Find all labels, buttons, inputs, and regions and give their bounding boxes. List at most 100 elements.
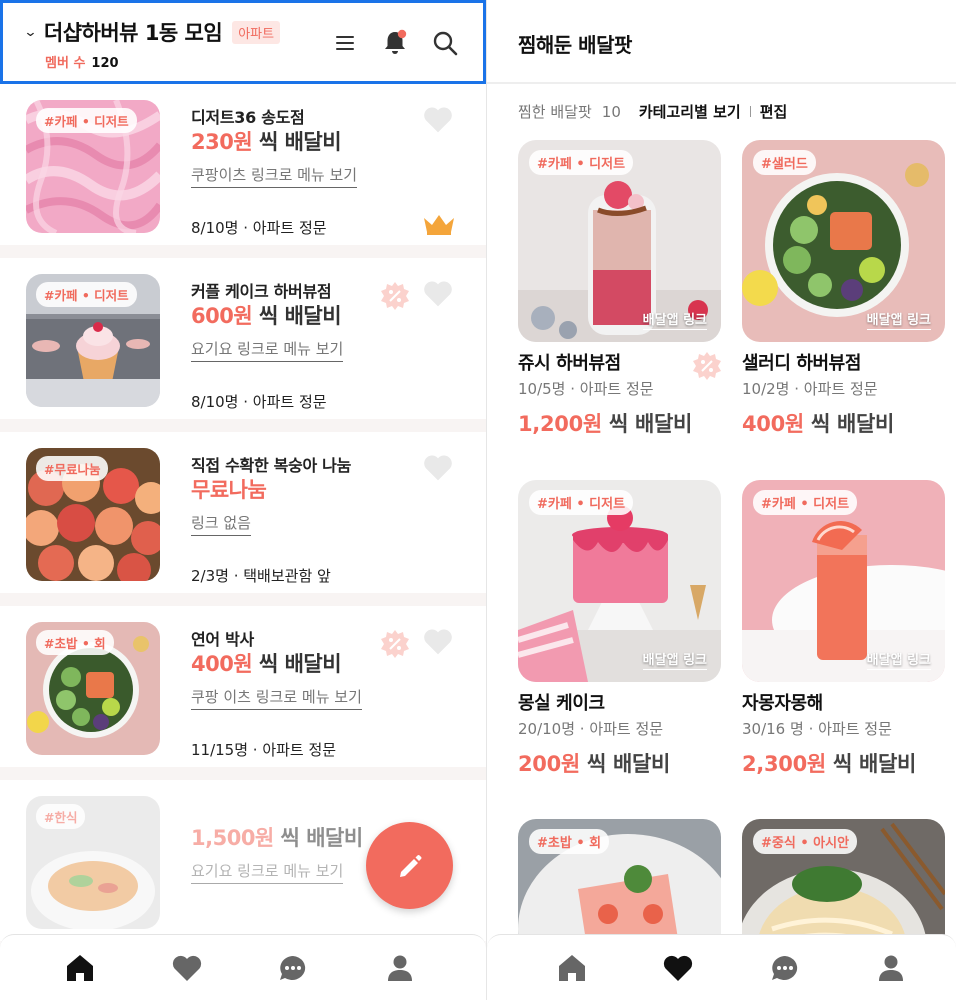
edit-button[interactable]: 편집 xyxy=(760,101,788,122)
heart-icon[interactable] xyxy=(170,951,204,985)
liked-item[interactable]: #샐러드 배달앱 링크 샐러디 하버뷰점 10/2명 · 아파트 정문 400원… xyxy=(742,140,945,436)
post-thumbnail: #무료나눔 xyxy=(26,448,160,581)
participant-count: 8/10명 · 아파트 정문 xyxy=(191,393,327,411)
bottom-tab-bar xyxy=(487,934,956,1000)
category-tag: #카페 • 디저트 xyxy=(36,108,137,133)
fee-suffix: 씩 배달비 xyxy=(825,752,917,776)
fee-amount: 무료나눔 xyxy=(191,478,267,502)
group-feed-screen: #카페 • 디저트 디저트36 송도점 230원 씩 배달비 쿠팡이츠 링크로 … xyxy=(0,0,486,1000)
participant-count: 8/10명 · 아파트 정문 xyxy=(191,219,327,237)
fee-amount: 230원 xyxy=(191,130,253,154)
liked-count-label: 찜한 배달팟 xyxy=(518,103,592,121)
post-card[interactable]: #무료나눔 직접 수확한 복숭아 나눔 무료나눔 링크 없음 2/3명 · 택배… xyxy=(0,432,486,606)
participant-count: 11/15명 · 아파트 정문 xyxy=(191,741,337,759)
category-tag: #샐러드 xyxy=(753,150,816,175)
menu-link[interactable]: 링크 없음 xyxy=(191,512,251,536)
post-thumbnail: #카페 • 디저트 xyxy=(26,274,160,407)
heart-icon[interactable] xyxy=(422,626,454,656)
heart-icon[interactable] xyxy=(422,104,454,134)
pencil-icon xyxy=(399,854,421,877)
delivery-fee: 400원 씩 배달비 xyxy=(742,408,894,438)
store-name: 몽실 케이크 xyxy=(518,693,605,714)
post-thumbnail: #초밥 • 회 xyxy=(26,622,160,755)
liked-item[interactable]: #카페 • 디저트 배달앱 링크 쥬시 하버뷰점 10/5명 · 아파트 정문 … xyxy=(518,140,721,436)
fee-suffix: 씩 배달비 xyxy=(252,130,342,154)
fee-amount: 2,300원 xyxy=(742,752,826,776)
app-link[interactable]: 배달앱 링크 xyxy=(642,649,707,670)
post-thumbnail: #카페 • 디저트 xyxy=(26,100,160,233)
category-tag: #카페 • 디저트 xyxy=(36,282,137,307)
delivery-fee: 1,200원 씩 배달비 xyxy=(518,408,692,438)
participant-count: 30/16 명 · 아파트 정문 xyxy=(742,720,892,738)
delivery-fee: 600원 씩 배달비 xyxy=(191,300,342,330)
store-name: 샐러디 하버뷰점 xyxy=(742,353,861,374)
member-count: 멤버 수 120 xyxy=(45,52,119,71)
menu-icon[interactable] xyxy=(333,29,361,57)
home-icon[interactable] xyxy=(63,951,97,985)
store-name: 쥬시 하버뷰점 xyxy=(518,353,621,374)
delivery-fee: 무료나눔 xyxy=(191,474,267,504)
category-view-button[interactable]: 카테고리별 보기 xyxy=(639,101,741,122)
delivery-fee: 1,500원 씩 배달비 xyxy=(191,822,363,852)
fee-amount: 1,500원 xyxy=(191,826,274,850)
store-name: 직접 수확한 복숭아 나눔 xyxy=(191,456,352,475)
liked-item[interactable]: #카페 • 디저트 배달앱 링크 자몽자몽해 30/16 명 · 아파트 정문 … xyxy=(742,480,945,776)
crown-icon xyxy=(424,215,454,235)
apartment-badge: 아파트 xyxy=(232,20,281,44)
category-tag: #카페 • 디저트 xyxy=(529,490,634,515)
profile-icon[interactable] xyxy=(874,951,908,985)
delivery-fee: 200원 씩 배달비 xyxy=(518,748,670,778)
menu-link[interactable]: 쿠팡 이츠 링크로 메뉴 보기 xyxy=(191,686,362,710)
item-thumbnail: #카페 • 디저트 배달앱 링크 xyxy=(518,140,721,342)
delivery-fee: 400원 씩 배달비 xyxy=(191,648,342,678)
fee-suffix: 씩 배달비 xyxy=(803,412,895,436)
liked-posts-screen: 찜해둔 배달팟 찜한 배달팟 10 카테고리별 보기 편집 #카페 • 디저트 … xyxy=(487,0,956,1000)
chat-icon[interactable] xyxy=(276,951,310,985)
participant-count: 10/2명 · 아파트 정문 xyxy=(742,380,878,398)
item-thumbnail: #카페 • 디저트 배달앱 링크 xyxy=(518,480,721,682)
chat-icon[interactable] xyxy=(768,951,802,985)
post-card[interactable]: #카페 • 디저트 커플 케이크 하버뷰점 600원 씩 배달비 요기요 링크로… xyxy=(0,258,486,432)
home-icon[interactable] xyxy=(555,951,589,985)
fee-suffix: 씩 배달비 xyxy=(252,304,342,328)
post-card[interactable]: #초밥 • 회 연어 박사 400원 씩 배달비 쿠팡 이츠 링크로 메뉴 보기… xyxy=(0,606,486,780)
heart-icon[interactable] xyxy=(422,278,454,308)
group-header: ⌄ 더샵하버뷰 1동 모임 아파트 멤버 수 120 xyxy=(0,0,486,84)
search-icon[interactable] xyxy=(431,29,459,57)
fee-suffix: 씩 배달비 xyxy=(601,412,693,436)
store-name: 연어 박사 xyxy=(191,630,254,649)
menu-link[interactable]: 요기요 링크로 메뉴 보기 xyxy=(191,860,344,884)
post-card[interactable]: #카페 • 디저트 디저트36 송도점 230원 씩 배달비 쿠팡이츠 링크로 … xyxy=(0,84,486,258)
fee-amount: 400원 xyxy=(742,412,804,436)
fee-amount: 1,200원 xyxy=(518,412,602,436)
liked-count-value: 10 xyxy=(601,102,621,121)
bell-icon[interactable] xyxy=(381,28,409,56)
fee-suffix: 씩 배달비 xyxy=(252,652,342,676)
profile-icon[interactable] xyxy=(383,951,417,985)
heart-icon[interactable] xyxy=(661,951,695,985)
app-link[interactable]: 배달앱 링크 xyxy=(642,309,707,330)
menu-link[interactable]: 쿠팡이츠 링크로 메뉴 보기 xyxy=(191,164,358,188)
category-tag: #초밥 • 회 xyxy=(529,829,610,854)
group-title: 더샵하버뷰 1동 모임 xyxy=(43,21,223,45)
menu-link[interactable]: 요기요 링크로 메뉴 보기 xyxy=(191,338,344,362)
heart-icon[interactable] xyxy=(422,452,454,482)
member-count-value: 120 xyxy=(91,56,119,71)
group-title-row[interactable]: ⌄ 더샵하버뷰 1동 모임 아파트 xyxy=(23,17,281,47)
store-name: 디저트36 송도점 xyxy=(191,108,305,127)
bottom-tab-bar xyxy=(0,934,486,1000)
liked-item[interactable]: #카페 • 디저트 배달앱 링크 몽실 케이크 20/10명 · 아파트 정문 … xyxy=(518,480,721,776)
write-post-button[interactable] xyxy=(366,822,453,909)
coupon-icon xyxy=(381,282,409,310)
coupon-icon xyxy=(381,630,409,658)
chevron-down-icon[interactable]: ⌄ xyxy=(23,25,37,40)
app-link[interactable]: 배달앱 링크 xyxy=(866,649,931,670)
category-tag: #중식 • 아시안 xyxy=(753,829,858,854)
fee-amount: 200원 xyxy=(518,752,580,776)
fee-amount: 600원 xyxy=(191,304,253,328)
member-count-label: 멤버 수 xyxy=(45,56,86,71)
category-tag: #한식 xyxy=(36,804,86,829)
post-thumbnail: #한식 xyxy=(26,796,160,929)
liked-subbar: 찜한 배달팟 10 카테고리별 보기 편집 xyxy=(518,101,787,122)
app-link[interactable]: 배달앱 링크 xyxy=(866,309,931,330)
